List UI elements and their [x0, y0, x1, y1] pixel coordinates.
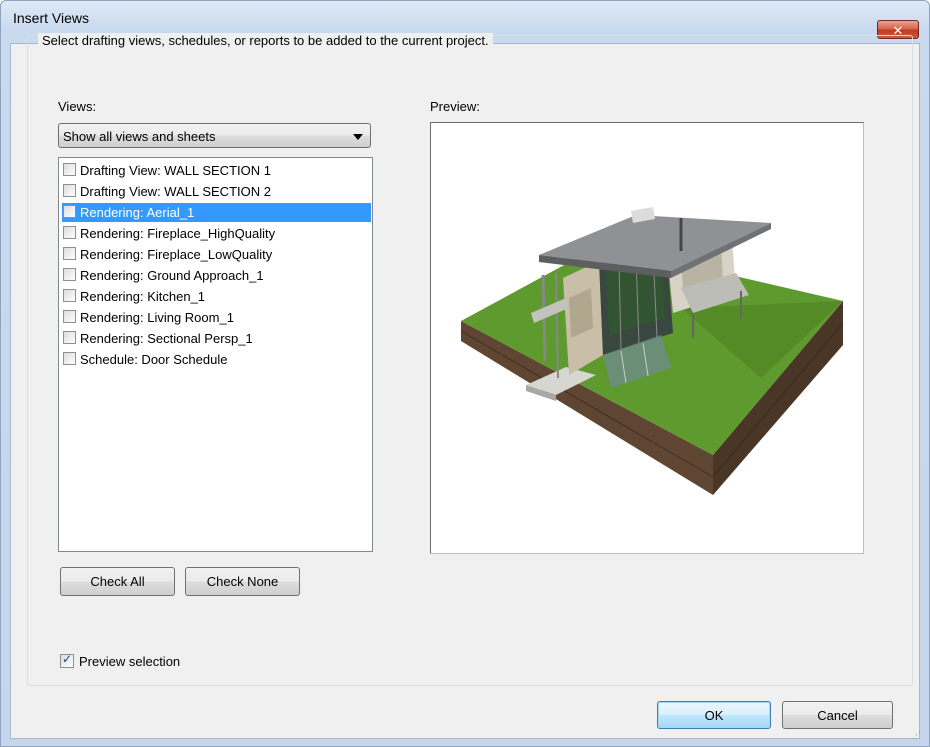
list-item[interactable]: Schedule: Door Schedule [62, 350, 371, 369]
checkmark-icon: ✓ [62, 652, 73, 666]
views-list[interactable]: Drafting View: WALL SECTION 1 Drafting V… [58, 157, 373, 552]
view-label: Drafting View: WALL SECTION 1 [80, 163, 271, 178]
view-checkbox[interactable] [63, 289, 76, 302]
list-item[interactable]: Drafting View: WALL SECTION 1 [62, 161, 371, 180]
view-label: Rendering: Living Room_1 [80, 310, 234, 325]
view-checkbox[interactable] [63, 268, 76, 281]
title-bar[interactable]: Insert Views ✕ [1, 1, 929, 39]
instruction-text: Select drafting views, schedules, or rep… [38, 33, 493, 48]
resize-grip-icon[interactable]: ⋰ [912, 730, 922, 740]
view-label: Rendering: Fireplace_LowQuality [80, 247, 273, 262]
check-all-button[interactable]: Check All [60, 567, 175, 596]
view-checkbox[interactable] [63, 205, 76, 218]
view-label: Rendering: Sectional Persp_1 [80, 331, 253, 346]
view-checkbox[interactable] [63, 331, 76, 344]
view-checkbox[interactable] [63, 247, 76, 260]
view-checkbox[interactable] [63, 352, 76, 365]
view-label: Rendering: Ground Approach_1 [80, 268, 264, 283]
preview-selection-checkbox[interactable]: ✓ [60, 652, 74, 668]
preview-pane [430, 122, 864, 554]
ok-button[interactable]: OK [657, 701, 771, 729]
dialog-title: Insert Views [13, 10, 89, 26]
view-filter-selected: Show all views and sheets [63, 129, 216, 144]
views-label: Views: [58, 99, 97, 114]
view-checkbox[interactable] [63, 184, 76, 197]
list-item[interactable]: Rendering: Fireplace_LowQuality [62, 245, 371, 264]
view-label: Drafting View: WALL SECTION 2 [80, 184, 271, 199]
preview-label: Preview: [430, 99, 480, 114]
list-item[interactable]: Rendering: Living Room_1 [62, 308, 371, 327]
list-item[interactable]: Rendering: Sectional Persp_1 [62, 329, 371, 348]
list-item-selected[interactable]: Rendering: Aerial_1 [62, 203, 371, 222]
view-label: Schedule: Door Schedule [80, 352, 228, 367]
view-checkbox[interactable] [63, 226, 76, 239]
chevron-down-icon [353, 134, 363, 140]
view-filter-dropdown[interactable]: Show all views and sheets [58, 123, 371, 148]
view-label: Rendering: Fireplace_HighQuality [80, 226, 276, 241]
view-checkbox[interactable] [63, 163, 76, 176]
building-rendering-image [460, 207, 844, 495]
view-label: Rendering: Kitchen_1 [80, 289, 206, 304]
view-label: Rendering: Aerial_1 [80, 205, 195, 220]
preview-selection-label[interactable]: Preview selection [79, 654, 180, 669]
list-item[interactable]: Rendering: Kitchen_1 [62, 287, 371, 306]
list-item[interactable]: Rendering: Fireplace_HighQuality [62, 224, 371, 243]
cancel-button[interactable]: Cancel [782, 701, 893, 729]
view-checkbox[interactable] [63, 310, 76, 323]
check-none-button[interactable]: Check None [185, 567, 300, 596]
list-item[interactable]: Drafting View: WALL SECTION 2 [62, 182, 371, 201]
list-item[interactable]: Rendering: Ground Approach_1 [62, 266, 371, 285]
